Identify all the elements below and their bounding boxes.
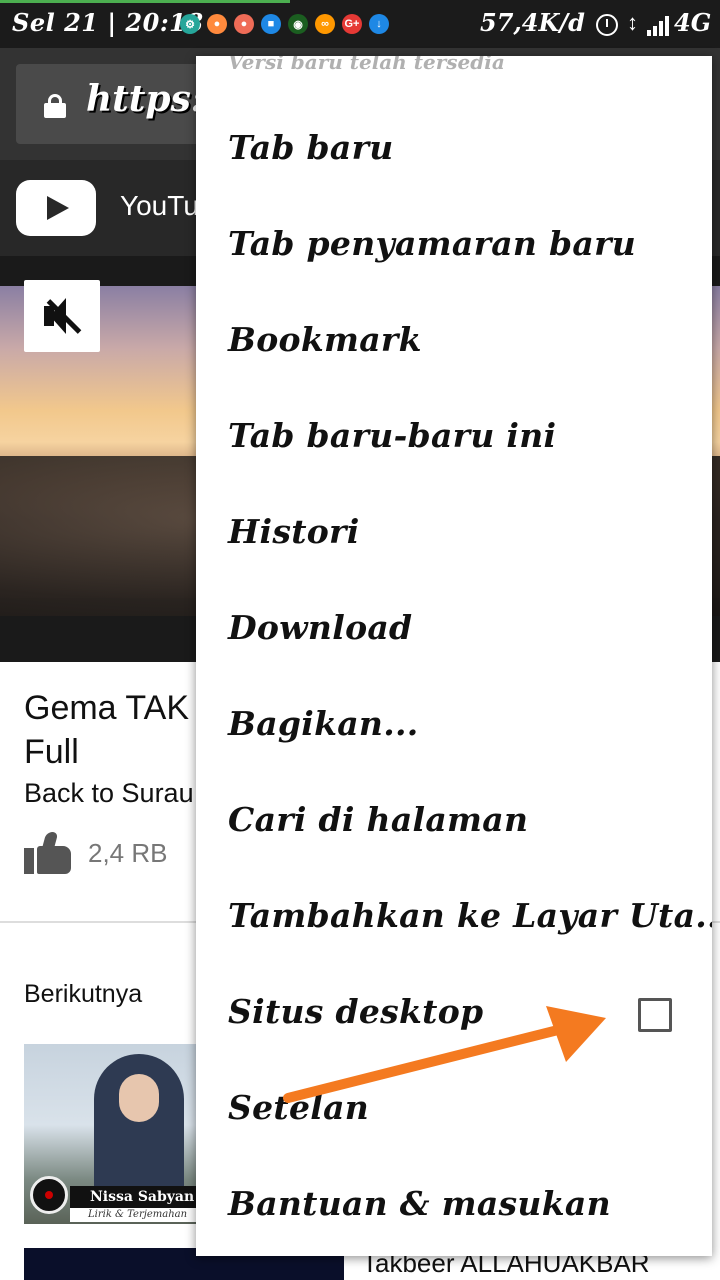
menu-item-add-to-home-screen[interactable]: Tambahkan ke Layar Uta... <box>196 872 712 968</box>
youtube-header-title: YouTu <box>120 190 199 221</box>
menu-item-desktop-site[interactable]: Situs desktop <box>196 968 712 1064</box>
menu-item-history[interactable]: Histori <box>196 488 712 584</box>
menu-item-find-in-page[interactable]: Cari di halaman <box>196 776 712 872</box>
app-notif-icon: ● <box>207 14 227 34</box>
menu-item-share[interactable]: Bagikan... <box>196 680 712 776</box>
menu-item-downloads[interactable]: Download <box>196 584 712 680</box>
menu-item-label: Bookmark <box>228 320 422 359</box>
menu-item-label: Cari di halaman <box>228 800 529 839</box>
mute-button[interactable] <box>24 280 100 352</box>
channel-name[interactable]: Back to Surau <box>24 778 194 809</box>
thumbs-up-icon[interactable] <box>24 832 72 874</box>
youtube-logo-icon[interactable] <box>16 180 96 236</box>
lock-icon <box>44 94 66 118</box>
download-notif-icon: ↓ <box>369 14 389 34</box>
video-thumbnail[interactable]: Nissa Sabyan Lirik & Terjemahan <box>24 1044 196 1224</box>
menu-item-label: Setelan <box>228 1088 370 1127</box>
menu-item-bookmarks[interactable]: Bookmark <box>196 296 712 392</box>
menu-item-new-tab[interactable]: Tab baru <box>196 104 712 200</box>
like-count: 2,4 RB <box>88 838 168 868</box>
menu-item-label: Tab baru-baru ini <box>228 416 557 455</box>
menu-item-label: Histori <box>228 512 360 551</box>
data-transfer-icon: ↕ <box>627 10 638 35</box>
signal-strength-icon <box>645 14 671 36</box>
thumbnail-subtitle-label: Lirik & Terjemahan <box>70 1208 196 1222</box>
menu-item-label: Tambahkan ke Layar Uta... <box>228 896 712 935</box>
menu-item-recent-tabs[interactable]: Tab baru-baru ini <box>196 392 712 488</box>
overflow-menu: Versi baru telah tersedia Tab baru Tab p… <box>196 56 712 1256</box>
video-title[interactable]: Gema TAK Full <box>24 686 224 774</box>
menu-item-label: Tab baru <box>228 128 394 167</box>
update-notice[interactable]: Versi baru telah tersedia <box>228 56 505 74</box>
menu-item-new-incognito-tab[interactable]: Tab penyamaran baru <box>196 200 712 296</box>
network-speed: 57,4K/d <box>480 8 585 37</box>
menu-item-label: Situs desktop <box>228 992 484 1031</box>
menu-item-label: Bantuan & masukan <box>228 1184 611 1223</box>
desktop-site-checkbox[interactable] <box>638 998 672 1032</box>
loading-progress-line <box>0 0 290 3</box>
menu-item-label: Tab penyamaran baru <box>228 224 637 263</box>
settings-notif-icon: ⚙ <box>180 14 200 34</box>
menu-item-help-feedback[interactable]: Bantuan & masukan <box>196 1160 712 1256</box>
status-time: Sel 21 | 20:18 <box>12 8 204 37</box>
status-bar: Sel 21 | 20:18 ⚙ ● ● ■ ◉ ∞ G+ ↓ 57,4K/d … <box>0 0 720 48</box>
notification-icons: ⚙ ● ● ■ ◉ ∞ G+ ↓ <box>180 14 389 34</box>
alarm-icon <box>596 14 618 36</box>
app-notif-icon: ◉ <box>288 14 308 34</box>
menu-item-settings[interactable]: Setelan <box>196 1064 712 1160</box>
menu-item-label: Bagikan... <box>228 704 419 743</box>
disc-icon <box>30 1176 68 1214</box>
network-type: 4G <box>674 8 712 37</box>
up-next-label: Berikutnya <box>24 980 143 1008</box>
app-notif-icon: ∞ <box>315 14 335 34</box>
google-plus-notif-icon: G+ <box>342 14 362 34</box>
menu-item-label: Download <box>228 608 413 647</box>
app-notif-icon: ■ <box>261 14 281 34</box>
app-notif-icon: ● <box>234 14 254 34</box>
thumbnail-artist-label: Nissa Sabyan <box>70 1186 196 1208</box>
